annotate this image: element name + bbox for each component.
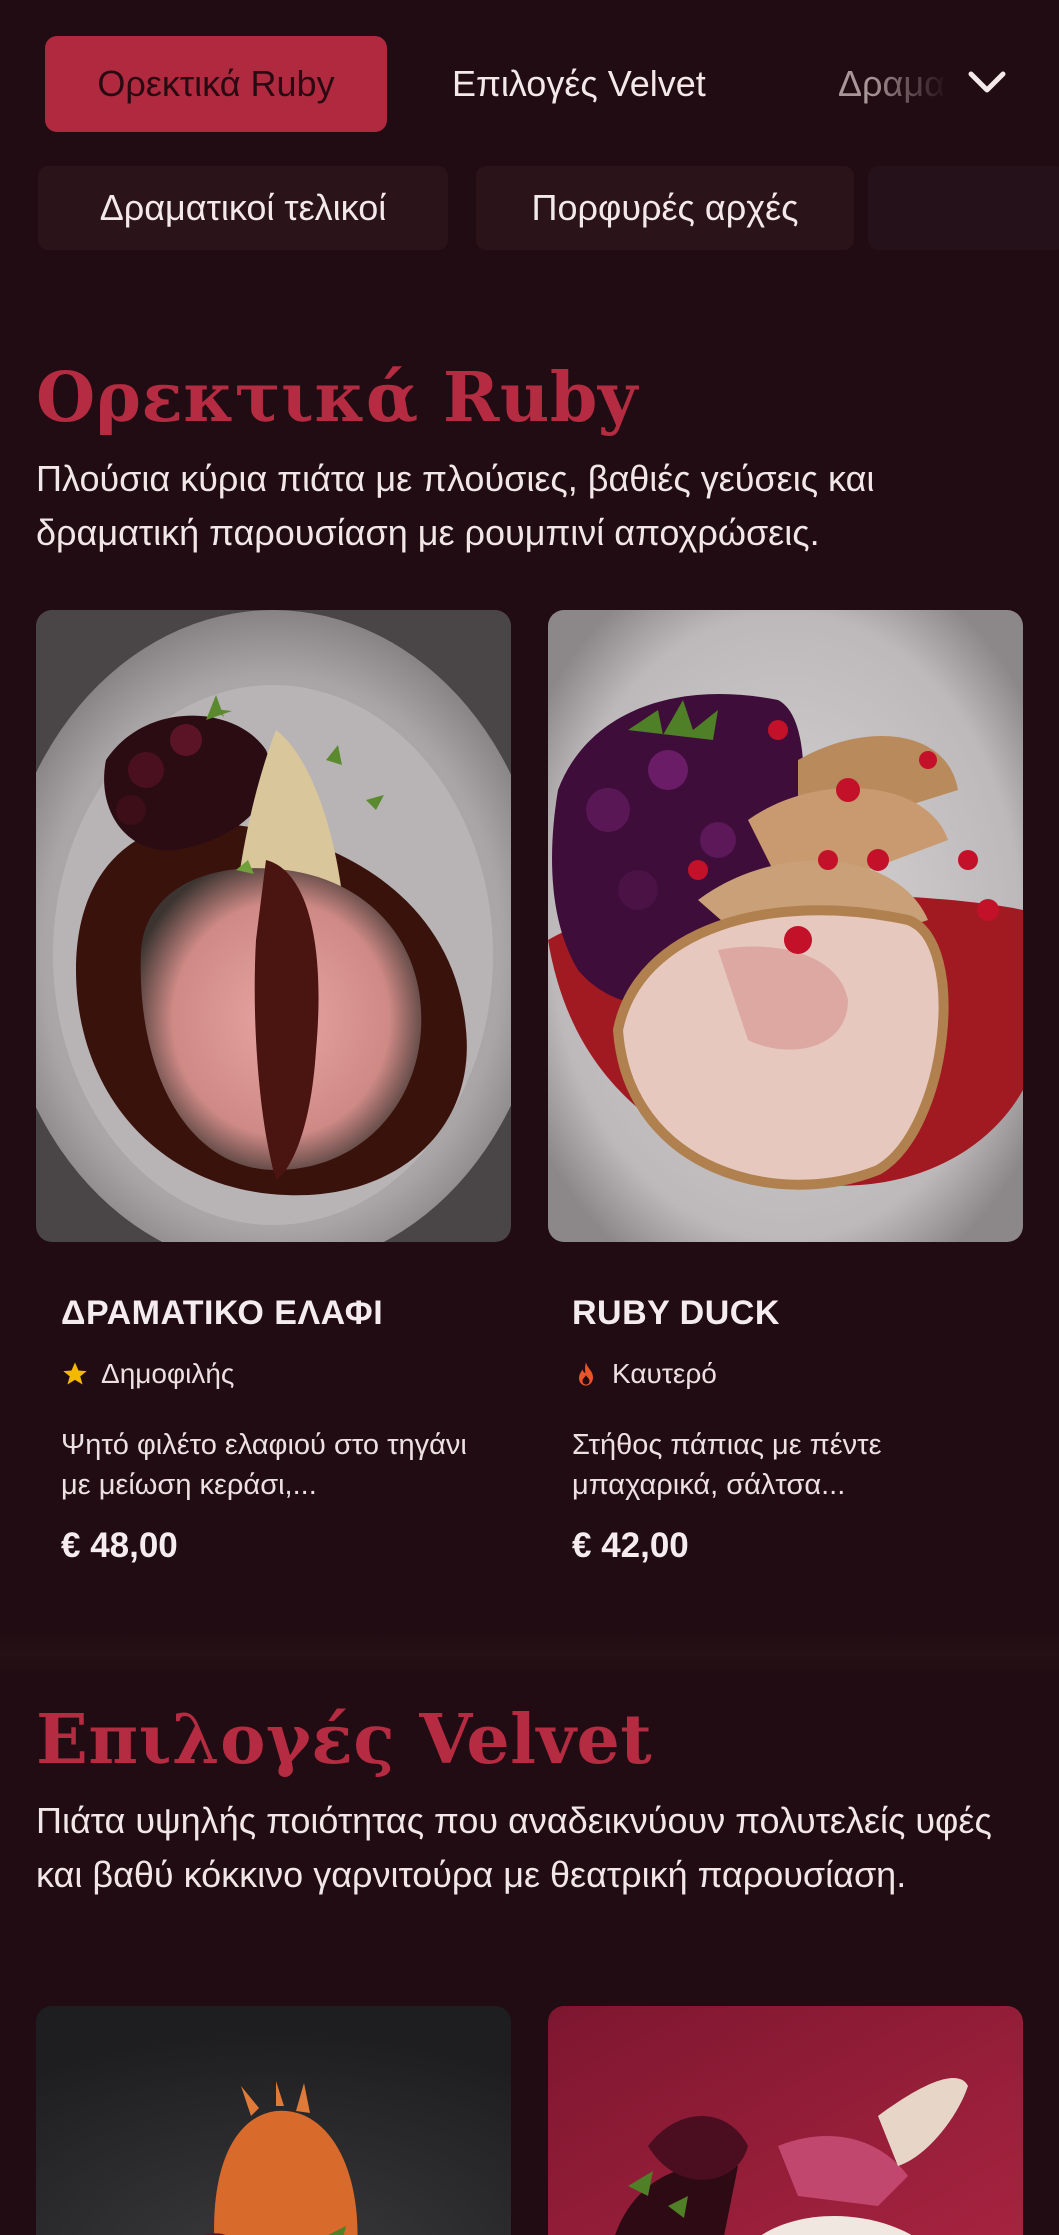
section-divider: [0, 1630, 1059, 1678]
tab-velvet-choices[interactable]: Επιλογές Velvet: [452, 36, 706, 132]
dish-price-duck: € 42,00: [572, 1526, 689, 1565]
dish-image-velvet-2[interactable]: [548, 2006, 1023, 2235]
section-title-velvet: Επιλογές Velvet: [36, 1700, 653, 1780]
dish-price-venison: € 48,00: [61, 1526, 178, 1565]
dish-description-duck: Στήθος πάπιας με πέντε μπαχαρικά, σάλτσα…: [572, 1429, 882, 1501]
badge-label-popular: Δημοφιλής: [101, 1358, 235, 1389]
chevron-down-icon[interactable]: [965, 64, 1009, 104]
dish-name-venison[interactable]: ΔΡΑΜΑΤΙΚΟ ΕΛΑΦΙ: [61, 1294, 383, 1333]
badge-spicy: Καυτερό: [572, 1358, 717, 1390]
dish-image-velvet-1[interactable]: [36, 2006, 511, 2235]
section-description-velvet: Πιάτα υψηλής ποιότητας που αναδεικνύουν …: [36, 1800, 992, 1895]
tab-ruby-appetizers[interactable]: Ορεκτικά Ruby: [45, 36, 387, 132]
dish-image-venison[interactable]: [36, 610, 511, 1242]
category-nav: Ορεκτικά Ruby Επιλογές Velvet Δραματικοί…: [0, 0, 1059, 250]
dish-name-duck[interactable]: RUBY DUCK: [572, 1294, 780, 1333]
pill-crimson-starters[interactable]: Πορφυρές αρχές: [476, 166, 854, 250]
tab-dramatic[interactable]: Δραματικοί: [838, 36, 948, 132]
section-description-ruby: Πλούσια κύρια πιάτα με πλούσιες, βαθιές …: [36, 458, 875, 553]
flame-icon: [579, 1362, 593, 1386]
section-title-ruby: Ορεκτικά Ruby: [36, 358, 638, 438]
dish-description-venison: Ψητό φιλέτο ελαφιού στο τηγάνι με μείωση…: [61, 1429, 467, 1501]
badge-popular: Δημοφιλής: [61, 1358, 234, 1390]
star-icon: [63, 1362, 87, 1385]
pill-dramatic-finales[interactable]: Δραματικοί τελικοί: [38, 166, 448, 250]
dish-image-duck[interactable]: [548, 610, 1023, 1242]
badge-label-spicy: Καυτερό: [612, 1358, 717, 1389]
pill-overflow: [868, 166, 1059, 250]
